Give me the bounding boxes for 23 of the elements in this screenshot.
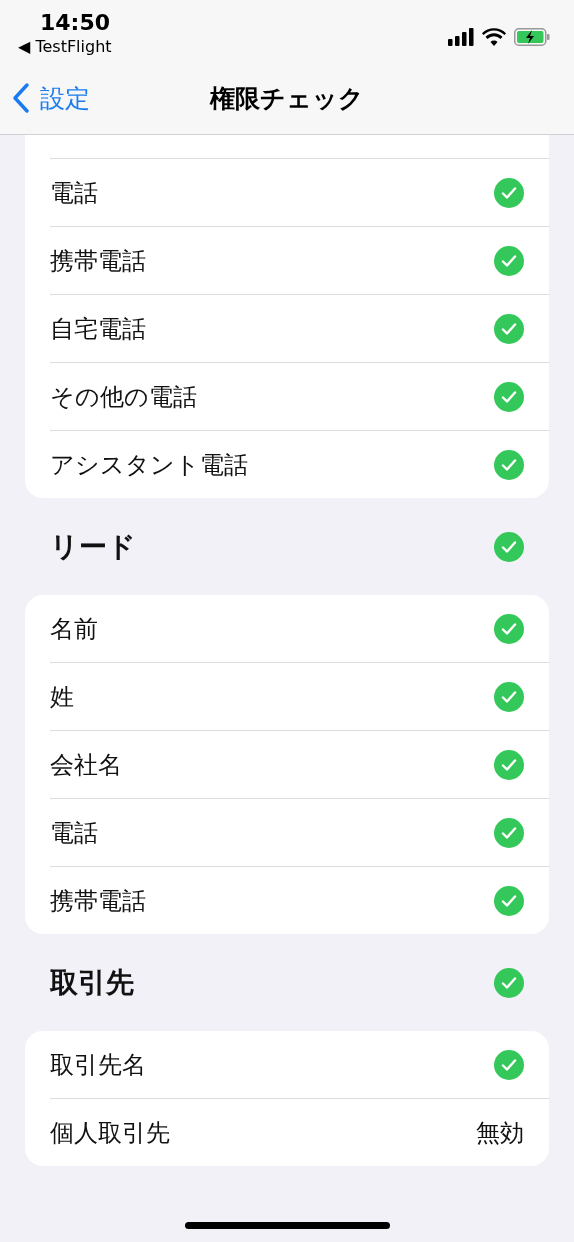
- back-button[interactable]: 設定: [0, 81, 90, 115]
- status-time: 14:50: [39, 10, 112, 35]
- signal-icon: [448, 28, 474, 46]
- permission-label: 取引先名: [50, 1049, 146, 1081]
- permission-label: 名前: [50, 613, 98, 645]
- permission-label: 個人取引先: [50, 1117, 170, 1149]
- section-header: 取引先: [50, 964, 134, 1001]
- permission-label: 自宅電話: [50, 313, 146, 345]
- permission-label: その他の電話: [50, 381, 197, 413]
- wifi-icon: [482, 28, 506, 46]
- permission-label: 電話: [50, 817, 98, 849]
- status-value: 無効: [476, 1117, 524, 1149]
- chevron-left-icon: [12, 82, 30, 114]
- permission-label: アシスタント電話: [50, 449, 248, 481]
- permission-label: 携帯電話: [50, 885, 146, 917]
- section-header: リード: [50, 528, 136, 565]
- permission-label: 会社名: [50, 749, 122, 781]
- permission-label: 携帯電話: [50, 245, 146, 277]
- screen-title: 権限チェック: [210, 82, 364, 115]
- permission-label: 電話: [50, 177, 98, 209]
- battery-charging-icon: [514, 28, 550, 46]
- back-to-app-link[interactable]: ◀ TestFlight: [18, 37, 112, 56]
- permission-label: 姓: [50, 681, 74, 713]
